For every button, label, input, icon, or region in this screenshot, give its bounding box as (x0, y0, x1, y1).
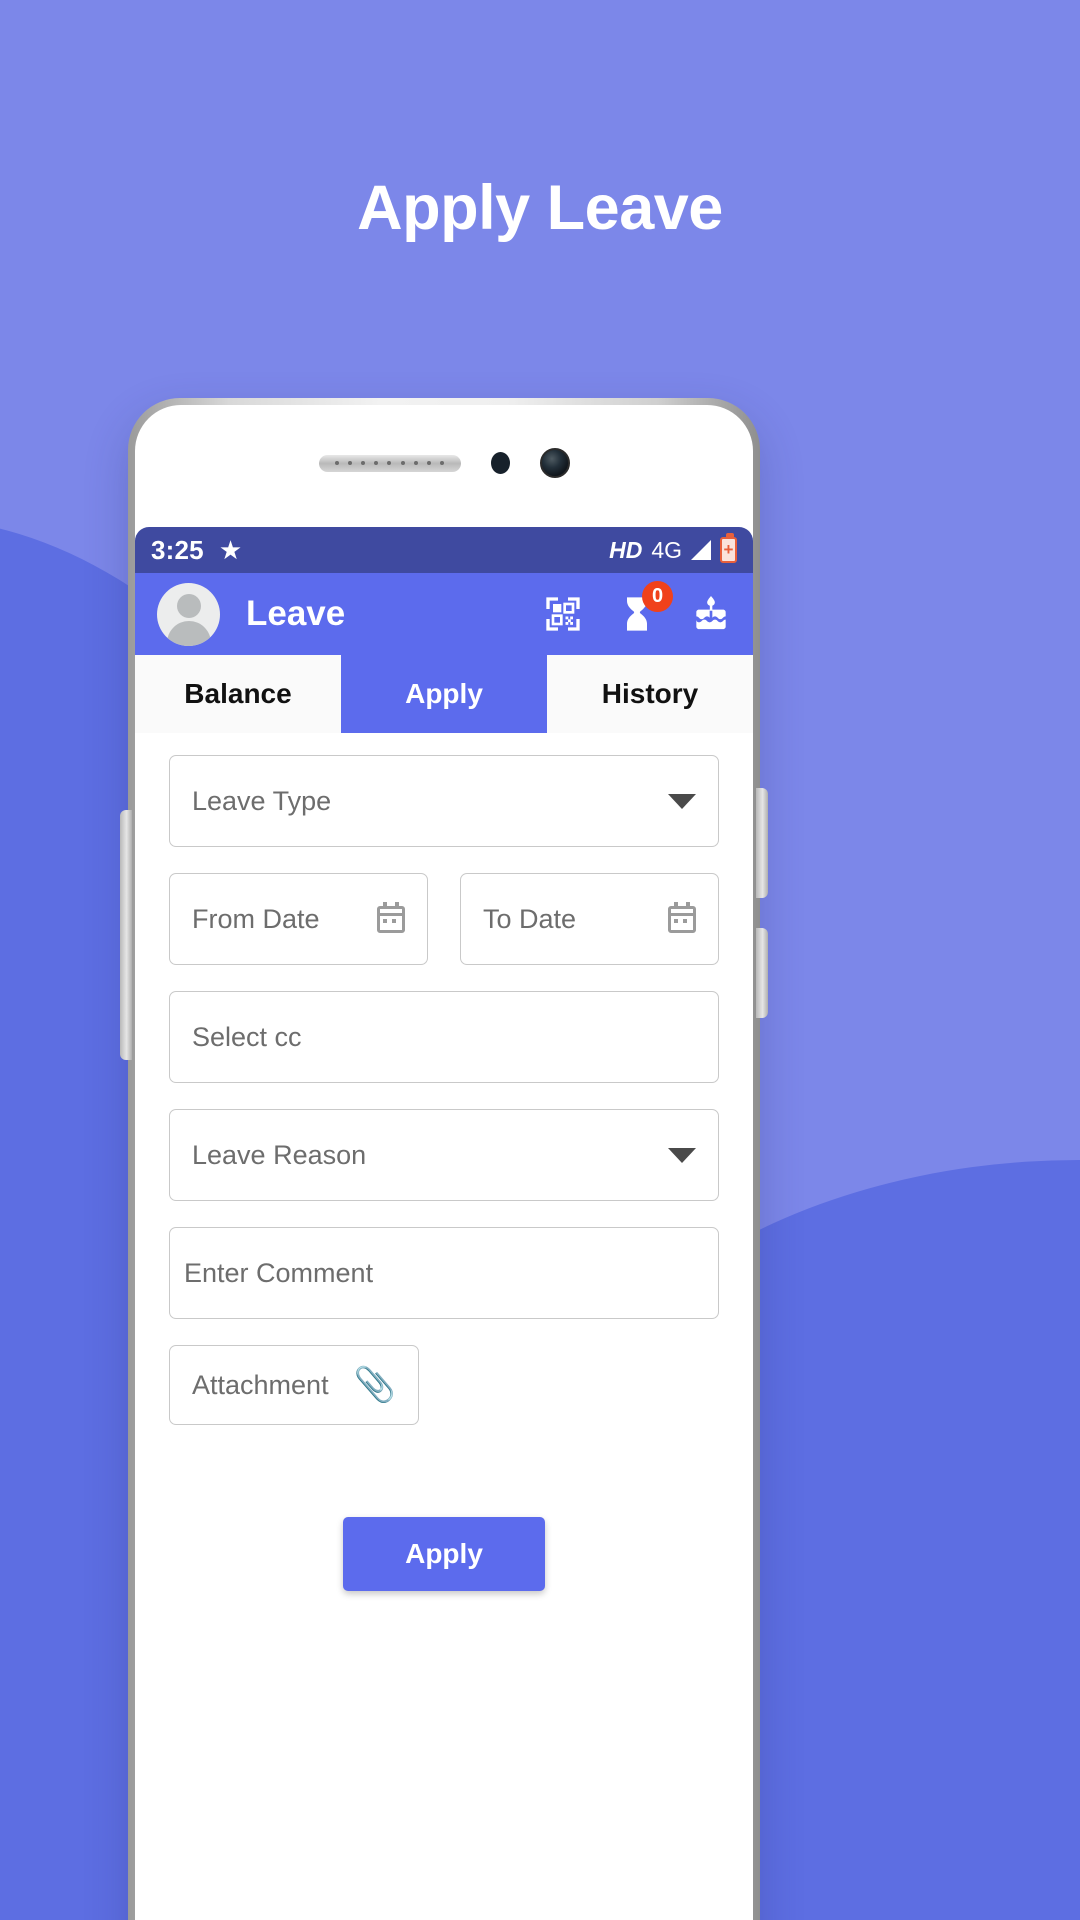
front-camera-icon (539, 448, 570, 478)
to-date-placeholder: To Date (483, 903, 577, 934)
birthdays-button[interactable] (691, 594, 731, 634)
chevron-down-icon (668, 793, 696, 809)
paperclip-icon: 📎 (353, 1366, 396, 1404)
from-date-input[interactable]: From Date (169, 873, 428, 965)
leave-type-select[interactable]: Leave Type (169, 755, 719, 847)
submit-row: Apply (169, 1517, 719, 1591)
tab-apply[interactable]: Apply (341, 655, 547, 733)
qr-scan-button[interactable] (543, 594, 583, 634)
app-bar-title: Leave (246, 594, 346, 633)
phone-side-button (756, 928, 768, 1018)
network-indicator: 4G (651, 536, 682, 563)
calendar-icon (377, 901, 405, 933)
status-bar: 3:25 ★ HD 4G (135, 527, 753, 573)
phone-power-button (756, 788, 768, 898)
chevron-down-icon (668, 1147, 696, 1163)
app-screen: 3:25 ★ HD 4G Leave (135, 527, 753, 1920)
status-time: 3:25 (151, 534, 204, 565)
calendar-icon (668, 901, 696, 933)
birthday-cake-icon (696, 596, 726, 630)
tab-history[interactable]: History (547, 655, 753, 733)
tab-bar: Balance Apply History (135, 655, 753, 733)
page-title: Apply Leave (357, 173, 723, 243)
app-bar-actions: 0 (543, 581, 731, 634)
apply-leave-form: Leave Type From Date To Date Select cc L… (135, 733, 753, 1920)
pending-count-badge: 0 (642, 581, 673, 612)
attachment-placeholder: Attachment (192, 1369, 329, 1400)
phone-volume-button (120, 810, 132, 1060)
phone-mockup: 3:25 ★ HD 4G Leave (120, 398, 768, 1920)
pending-requests-button[interactable]: 0 (617, 581, 673, 634)
leave-reason-placeholder: Leave Reason (192, 1139, 367, 1170)
tab-balance[interactable]: Balance (135, 655, 341, 733)
screenshot-canvas: Apply Leave 3:25 ★ HD 4G + Leave 0 Balan… (0, 0, 1080, 1920)
from-date-placeholder: From Date (192, 903, 320, 934)
proximity-sensor-icon (490, 452, 510, 474)
apply-button[interactable]: Apply (343, 1517, 545, 1591)
phone-hardware-row (135, 443, 753, 483)
signal-triangle-icon (691, 540, 711, 560)
attachment-input[interactable]: Attachment 📎 (169, 1345, 419, 1425)
date-range-row: From Date To Date (169, 873, 719, 965)
to-date-input[interactable]: To Date (460, 873, 719, 965)
star-icon: ★ (218, 535, 243, 565)
hd-indicator: HD (609, 536, 643, 563)
earpiece-speaker (318, 454, 461, 472)
comment-placeholder: Enter Comment (184, 1257, 374, 1288)
battery-charging-icon (720, 533, 737, 563)
app-bar: Leave 0 (135, 573, 753, 655)
leave-type-placeholder: Leave Type (192, 785, 332, 816)
select-cc-input[interactable]: Select cc (169, 991, 719, 1083)
status-indicators: HD 4G (609, 533, 737, 564)
leave-reason-select[interactable]: Leave Reason (169, 1109, 719, 1201)
phone-screen-bezel: 3:25 ★ HD 4G Leave (135, 405, 753, 1920)
comment-input[interactable]: Enter Comment (169, 1227, 719, 1319)
select-cc-placeholder: Select cc (192, 1021, 302, 1052)
qr-scan-icon (546, 597, 580, 631)
avatar[interactable] (157, 582, 220, 646)
